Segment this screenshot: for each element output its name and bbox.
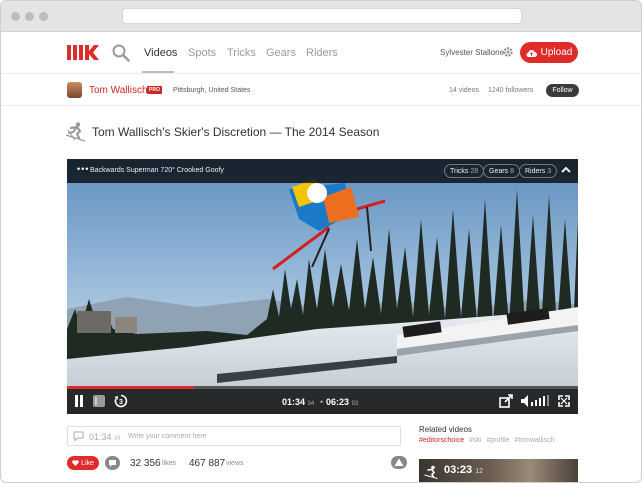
video-title: Tom Wallisch's Skier's Discretion — The … <box>92 125 380 139</box>
like-button[interactable]: Like <box>67 456 99 470</box>
video-player[interactable]: ••• Backwards Superman 720° Crooked Goof… <box>67 159 578 414</box>
duration: 06:23 93 <box>326 397 359 407</box>
tricks-pill-label: Tricks <box>450 167 469 175</box>
time-separator: • <box>320 397 324 407</box>
comment-icon <box>109 460 116 467</box>
tag-editorschoice[interactable]: #editorschoice <box>419 437 464 444</box>
warning-icon <box>394 458 404 466</box>
gears-pill-count: 8 <box>510 167 514 175</box>
gear-icon[interactable] <box>502 46 514 58</box>
uploader-followers[interactable]: 1240 followers <box>488 87 533 94</box>
current-time: 01:34 34 <box>282 397 315 407</box>
video-top-bar: ••• Backwards Superman 720° Crooked Goof… <box>67 159 578 183</box>
comment-count-button[interactable] <box>105 456 120 470</box>
fullscreen-icon[interactable] <box>558 394 570 408</box>
tag-tomwallisch[interactable]: #tomwallisch <box>514 437 554 444</box>
nav-riders[interactable]: Riders <box>306 47 338 59</box>
frame-step-icon[interactable] <box>92 394 106 408</box>
skier-icon <box>65 122 86 142</box>
riders-pill-label: Riders <box>525 167 546 175</box>
nav-gears[interactable]: Gears <box>266 47 296 59</box>
uploader-video-count[interactable]: 14 videos <box>449 87 479 94</box>
comment-timestamp: 01:34 34 <box>89 432 121 442</box>
pro-badge: PRO <box>147 86 162 94</box>
comment-input[interactable]: 01:34 34 Write your comment here <box>67 426 401 446</box>
video-controls: 3 01:34 34 • 06:23 93 <box>67 389 578 414</box>
comment-placeholder: Write your comment here <box>128 433 207 440</box>
nav-videos[interactable]: Videos <box>144 47 177 59</box>
top-nav: Videos Spots Tricks Gears Riders Sylvest… <box>1 32 641 74</box>
uploader-row: Tom Wallisch PRO Pittsburgh, United Stat… <box>1 75 641 106</box>
uploader-location: Pittsburgh, United States <box>173 87 251 94</box>
tag-ski[interactable]: #ski <box>469 437 481 444</box>
related-videos-title: Related videos <box>419 425 472 434</box>
tricks-pill[interactable]: Tricks 28 <box>444 164 485 178</box>
uploader-name[interactable]: Tom Wallisch <box>89 85 148 96</box>
window-zoom-dot[interactable] <box>39 12 48 21</box>
address-bar[interactable] <box>122 8 522 24</box>
follow-button[interactable]: Follow <box>546 84 579 97</box>
search-icon[interactable] <box>112 44 130 62</box>
chevron-up-icon[interactable] <box>561 166 571 174</box>
replay-3s-icon[interactable]: 3 <box>114 394 128 408</box>
heart-icon <box>72 460 79 466</box>
report-button[interactable] <box>391 456 407 469</box>
views-label: views <box>226 460 244 467</box>
nav-tricks[interactable]: Tricks <box>227 47 256 59</box>
avatar[interactable] <box>67 82 82 98</box>
volume-icon[interactable] <box>520 394 552 408</box>
tricks-pill-count: 28 <box>470 167 479 175</box>
related-video-time: 03:23 12 <box>444 464 483 476</box>
video-frame[interactable] <box>67 159 578 414</box>
likes-label: likes <box>162 460 177 467</box>
upload-label: Upload <box>540 47 573 58</box>
views-count: 467 887 <box>189 458 226 469</box>
gears-pill[interactable]: Gears 8 <box>483 164 520 178</box>
pause-icon[interactable] <box>74 394 84 408</box>
current-user-name[interactable]: Sylvester Stallone <box>440 48 504 57</box>
browser-window: Videos Spots Tricks Gears Riders Sylvest… <box>0 0 642 483</box>
likes-count: 32 356 <box>130 458 161 469</box>
window-minimize-dot[interactable] <box>25 12 34 21</box>
site-logo[interactable] <box>67 45 99 60</box>
more-options-icon[interactable]: ••• <box>77 164 89 174</box>
riders-pill-count: 3 <box>547 167 552 175</box>
riders-pill[interactable]: Riders 3 <box>519 164 558 178</box>
related-tags: #editorschoice #ski #profile #tomwallisc… <box>419 437 558 444</box>
browser-toolbar <box>1 1 641 32</box>
tag-profile[interactable]: #profile <box>487 437 510 444</box>
gears-pill-label: Gears <box>489 167 509 175</box>
current-trick-title[interactable]: Backwards Superman 720° Crooked Goofy <box>90 167 224 174</box>
svg-text:3: 3 <box>119 399 123 406</box>
related-video-thumbnail[interactable]: 03:23 12 <box>419 459 578 482</box>
cloud-upload-icon <box>526 49 537 57</box>
upload-button[interactable]: Upload <box>520 42 578 63</box>
nav-active-indicator <box>142 71 174 73</box>
share-icon[interactable] <box>499 394 513 408</box>
window-close-dot[interactable] <box>11 12 20 21</box>
speech-bubble-icon <box>73 431 84 441</box>
skier-icon <box>424 465 438 479</box>
like-label: Like <box>81 459 94 467</box>
nav-spots[interactable]: Spots <box>188 47 216 59</box>
